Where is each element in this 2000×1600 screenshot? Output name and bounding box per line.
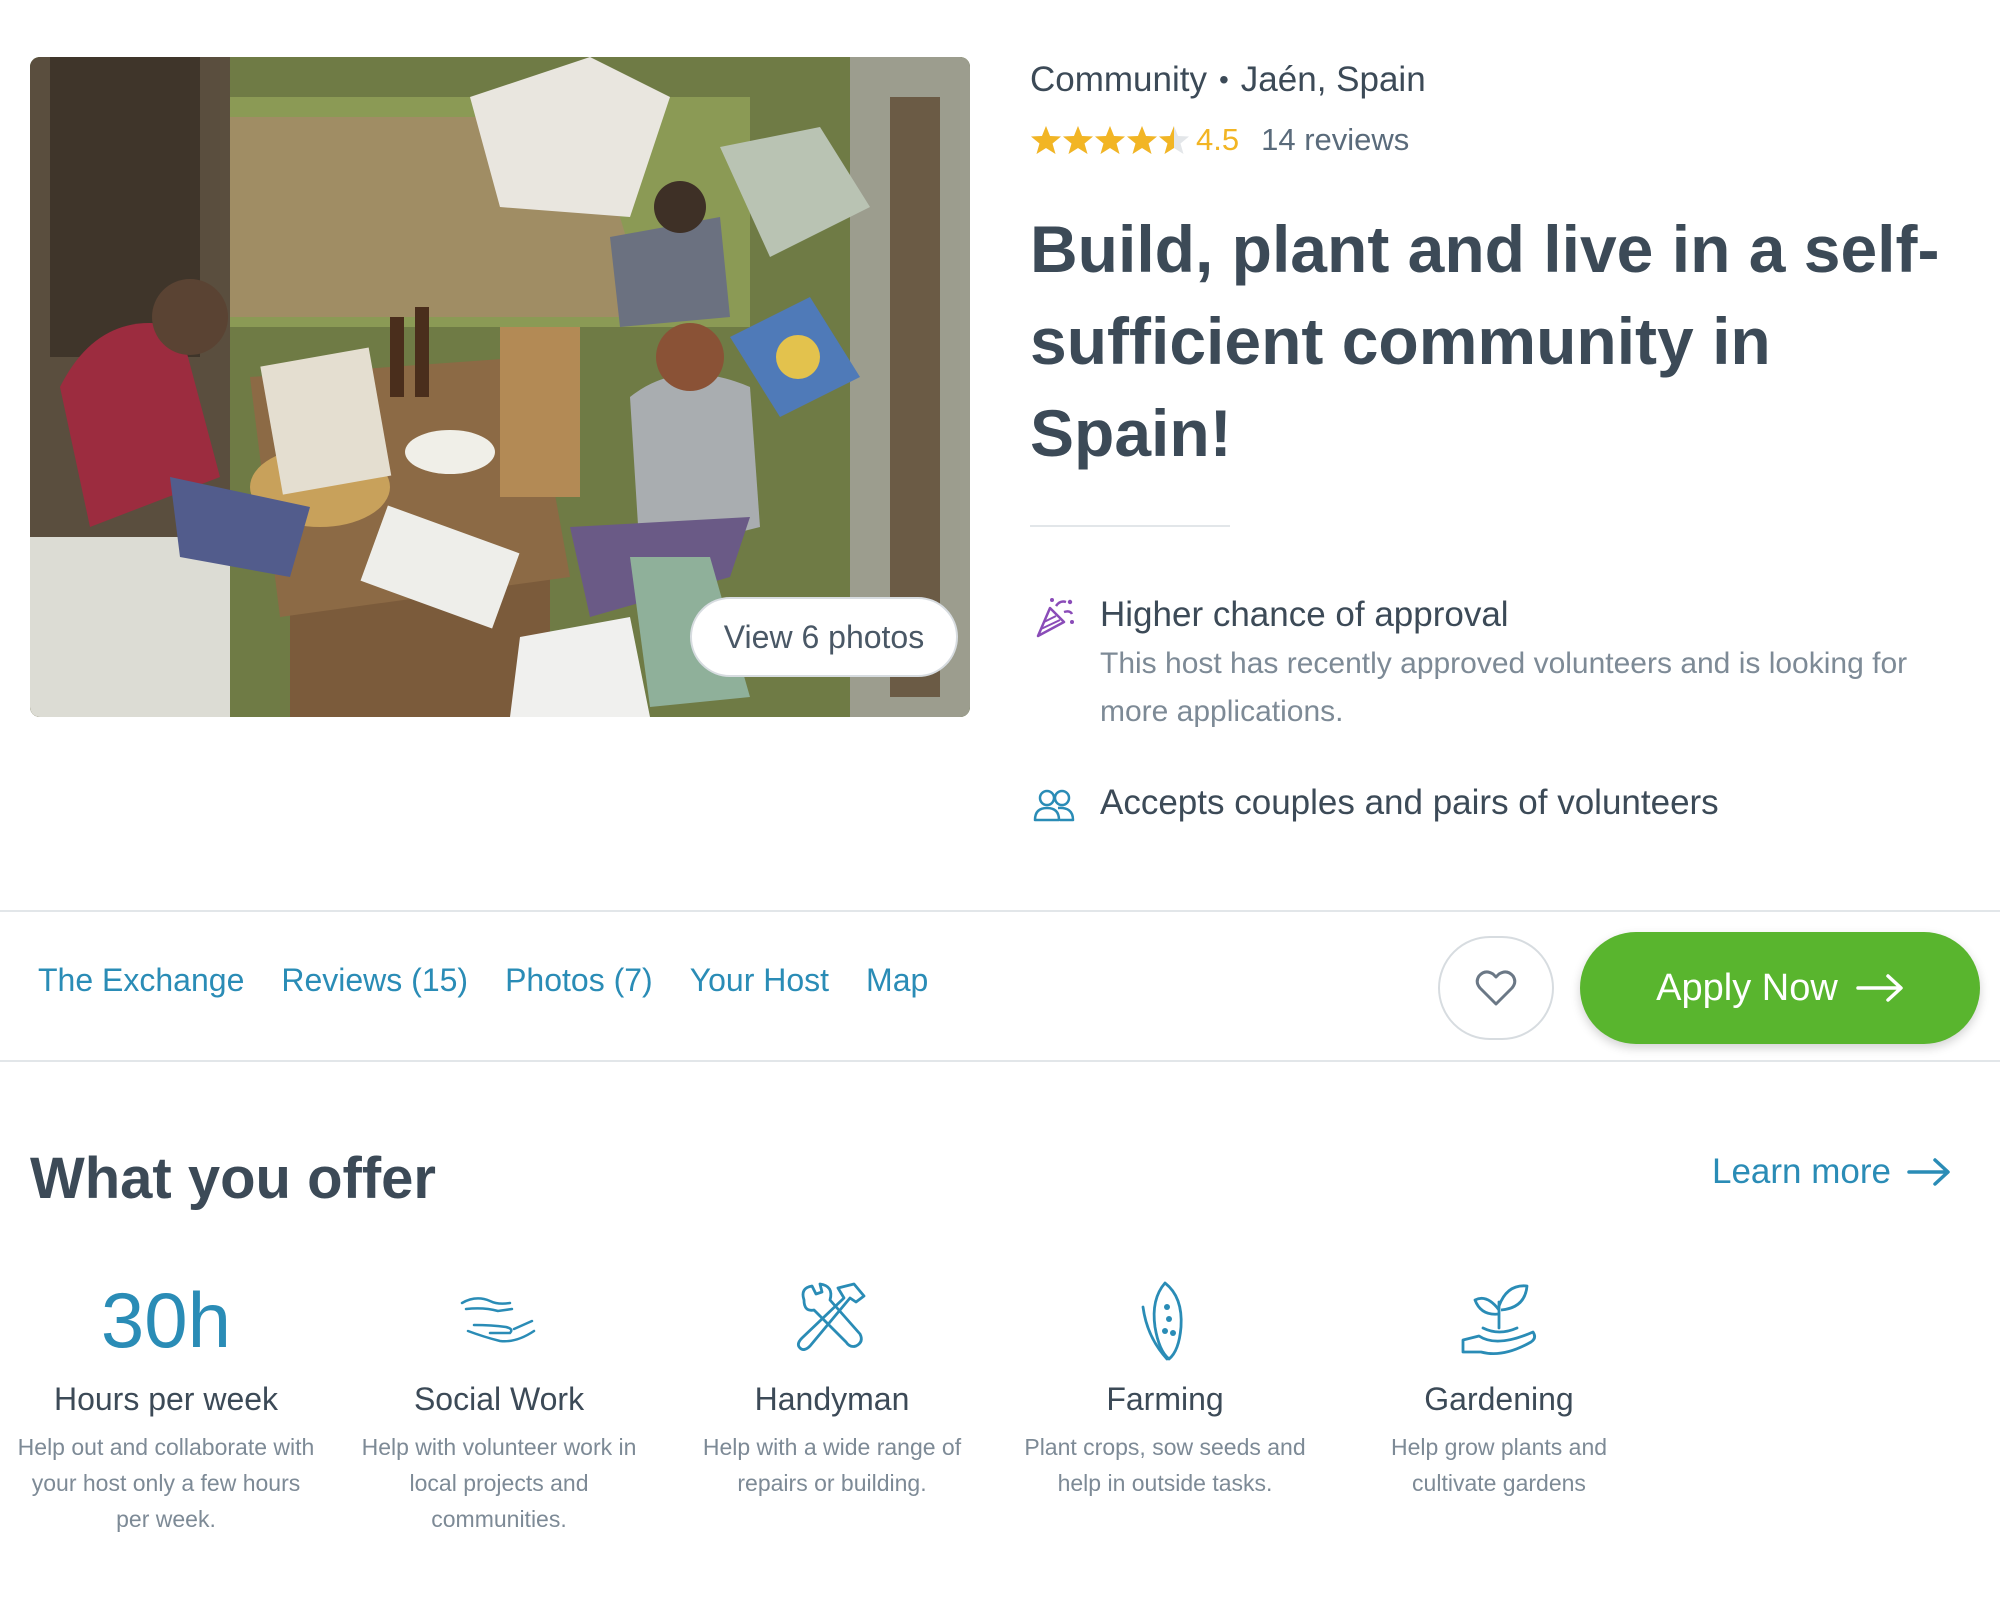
feature-couples-title: Accepts couples and pairs of volunteers (1100, 783, 1719, 822)
star-icon (1063, 126, 1093, 154)
listing-location: Jaén, Spain (1240, 60, 1426, 99)
offer-item-description: Help with volunteer work in local projec… (361, 1434, 637, 1532)
party-popper-icon (1036, 598, 1074, 638)
listing-photo[interactable]: View 6 photos (30, 57, 970, 717)
learn-more-link[interactable]: Learn more (1712, 1152, 1951, 1192)
listing-category: Community (1030, 60, 1207, 99)
arrow-right-icon (1856, 974, 1903, 1002)
offer-heading: What you offer (30, 1146, 436, 1211)
arrow-right-icon (1907, 1158, 1950, 1186)
offer-item-title: Hours per week (53, 1381, 279, 1417)
feature-approval: Higher chance of approval This host has … (1030, 592, 1920, 736)
people-icon (1033, 789, 1075, 822)
apply-now-label: Apply Now (1656, 966, 1838, 1009)
offer-item-title: Gardening (1424, 1381, 1574, 1417)
star-icon (1031, 126, 1061, 154)
apply-now-button[interactable]: Apply Now (1580, 932, 1980, 1044)
tools-icon (797, 1282, 866, 1351)
offer-item-title: Handyman (754, 1381, 910, 1417)
hours-value: 30h (100, 1276, 232, 1364)
tab-map[interactable]: Map (866, 962, 928, 999)
title-divider (1030, 525, 1230, 527)
offer-item-title: Social Work (413, 1381, 585, 1417)
corn-icon (1141, 1281, 1183, 1361)
star-rating (1030, 124, 1190, 156)
meta-separator: • (1218, 64, 1229, 95)
offer-item-title: Farming (1106, 1381, 1224, 1417)
listing-meta: Community • Jaén, Spain (1030, 60, 1426, 100)
offer-item-description: Help grow plants and cultivate gardens (1390, 1434, 1608, 1496)
offer-item-description: Plant crops, sow seeds and help in outsi… (1024, 1434, 1306, 1496)
feature-approval-description: This host has recently approved voluntee… (1100, 647, 1908, 728)
tab-your-host[interactable]: Your Host (690, 962, 829, 999)
offer-item-description: Help out and collaborate with your host … (17, 1434, 315, 1532)
view-photos-button[interactable]: View 6 photos (690, 597, 958, 677)
offer-item-handyman: Handyman Help with a wide range of repai… (682, 1275, 982, 1501)
tab-photos[interactable]: Photos (7) (505, 962, 653, 999)
feature-couples: Accepts couples and pairs of volunteers (1030, 780, 1719, 830)
offer-item-farming: Farming Plant crops, sow seeds and help … (1015, 1275, 1315, 1501)
star-icon (1159, 126, 1189, 154)
tab-reviews[interactable]: Reviews (15) (281, 962, 468, 999)
reviews-count-link[interactable]: 14 reviews (1261, 122, 1409, 158)
hands-icon (460, 1297, 536, 1343)
listing-title: Build, plant and live in a self-sufficie… (1030, 212, 1940, 470)
star-icon (1095, 126, 1125, 154)
offer-item-description: Help with a wide range of repairs or bui… (702, 1434, 962, 1496)
heart-icon (1475, 970, 1517, 1006)
rating-row: 4.5 14 reviews (1030, 122, 1409, 158)
tab-the-exchange[interactable]: The Exchange (38, 962, 244, 999)
section-nav: The Exchange Reviews (15) Photos (7) You… (0, 910, 2000, 1062)
section-tabs: The Exchange Reviews (15) Photos (7) You… (38, 962, 928, 999)
offer-item-gardening: Gardening Help grow plants and cultivate… (1349, 1275, 1649, 1501)
rating-value: 4.5 (1196, 122, 1240, 157)
star-icon (1127, 126, 1157, 154)
plant-in-hand-icon (1461, 1284, 1536, 1356)
offer-item-hours: 30h Hours per week Help out and collabor… (16, 1275, 316, 1537)
learn-more-label: Learn more (1712, 1152, 1891, 1191)
feature-approval-title: Higher chance of approval (1100, 595, 1509, 634)
offer-item-social-work: Social Work Help with volunteer work in … (349, 1275, 649, 1537)
favorite-button[interactable] (1438, 936, 1554, 1040)
